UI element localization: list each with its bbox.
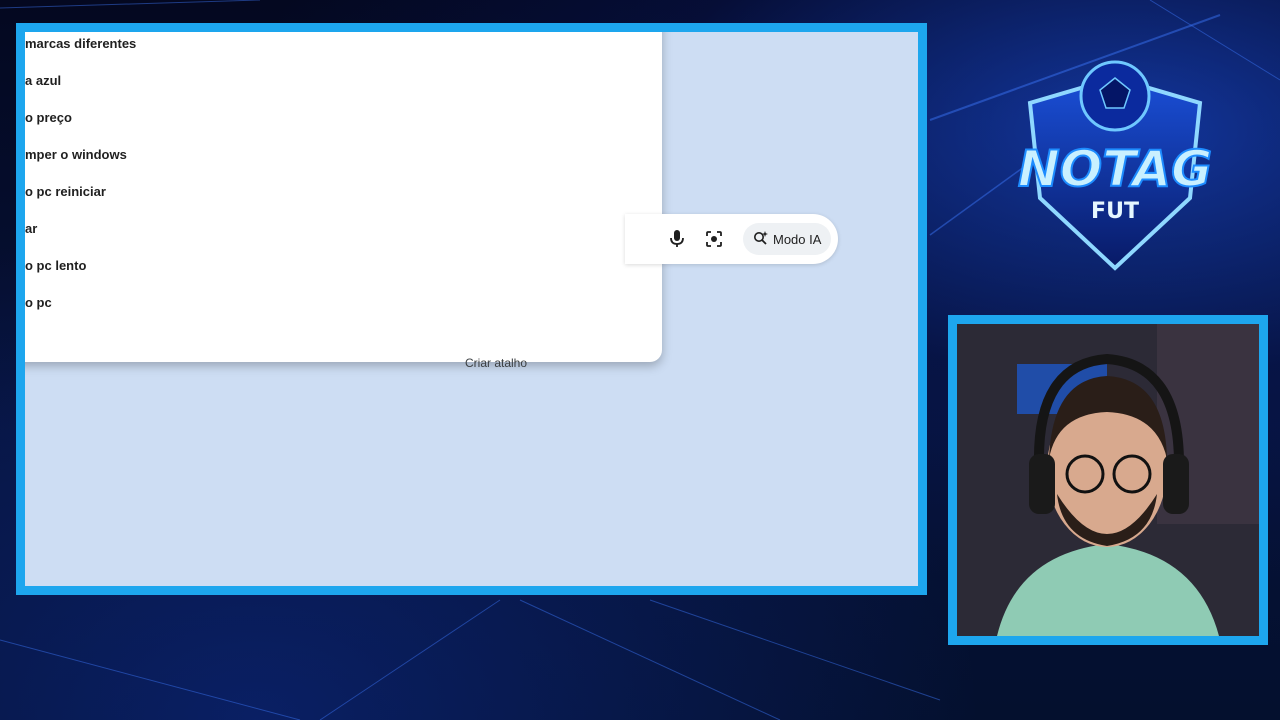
webcam-frame <box>948 315 1268 645</box>
suggestion-item[interactable]: ar <box>25 221 625 241</box>
suggestion-item[interactable]: o pc reiniciar <box>25 184 625 204</box>
suggestion-item[interactable]: o preço <box>25 110 625 130</box>
browser-capture-frame: marcas diferentes a azul o preço mper o … <box>16 23 927 595</box>
logo-subtitle: FUT <box>1091 199 1139 224</box>
notag-fut-logo: NOTAG FUT <box>1000 48 1230 278</box>
search-suggestions-dropdown: marcas diferentes a azul o preço mper o … <box>25 32 662 362</box>
suggestion-item[interactable]: mper o windows <box>25 147 625 167</box>
lens-camera-icon[interactable] <box>702 227 726 251</box>
search-bar[interactable]: Modo IA <box>625 214 838 264</box>
mode-ia-label: Modo IA <box>773 231 822 247</box>
create-shortcut-link[interactable]: Criar atalho <box>465 356 527 370</box>
suggestion-item[interactable]: marcas diferentes <box>25 36 625 56</box>
suggestion-item[interactable]: a azul <box>25 73 625 93</box>
mode-ia-button[interactable]: Modo IA <box>743 223 832 255</box>
webcam-feed <box>957 324 1259 636</box>
browser-viewport: marcas diferentes a azul o preço mper o … <box>25 32 918 586</box>
microphone-icon[interactable] <box>665 227 689 251</box>
suggestion-item[interactable]: o pc <box>25 295 625 315</box>
logo-title: NOTAG <box>1018 140 1212 198</box>
sparkle-search-icon <box>753 230 769 249</box>
suggestion-item[interactable]: o pc lento <box>25 258 625 278</box>
